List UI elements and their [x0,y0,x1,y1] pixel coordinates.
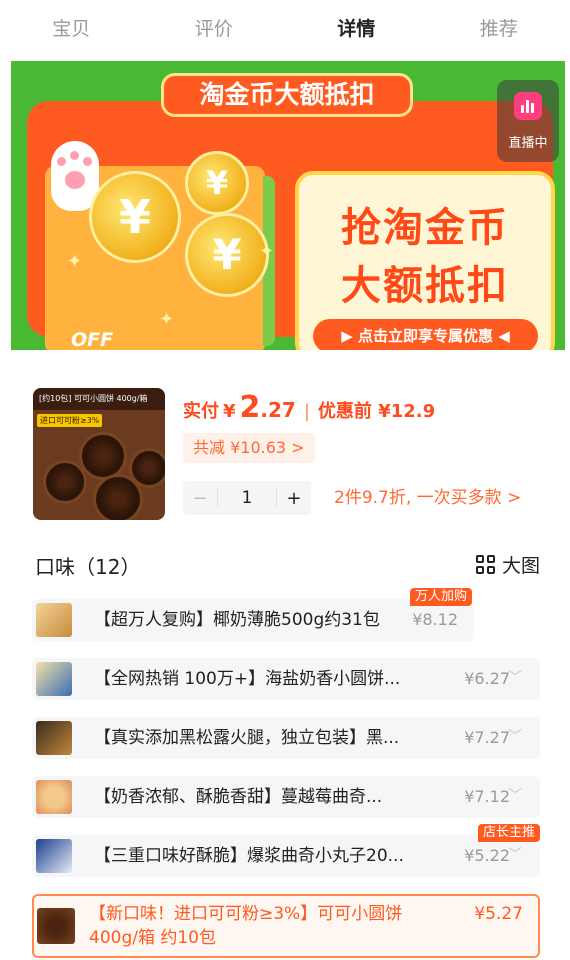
slogan-line-2: 大额抵扣 [341,263,509,309]
tab-items[interactable]: 宝贝 [0,0,143,58]
coin-icon: ¥ [185,151,249,215]
flavor-name: 【新口味！进口可可粉≥3%】可可小圆饼 400g/箱 约10包 [89,904,403,948]
cookie-image [79,432,127,480]
tab-details[interactable]: 详情 [285,0,428,58]
flavor-price: ¥7.12 [464,787,510,806]
increase-button[interactable]: + [277,488,311,509]
product-thumbnail[interactable]: [约10包] 可可小圆饼 400g/箱 进口可可粉≥3% [33,388,165,520]
flavor-name: 【真实添加黑松露火腿，独立包装】黑... [94,728,400,748]
flavor-option[interactable]: 【三重口味好酥脆】爆浆曲奇小丸子20... ¥5.22 ﹀ 店长主推 [32,824,540,877]
coin-icon: ¥ [89,171,181,263]
tab-bar: 宝贝 评价 详情 推荐 [0,0,570,58]
flavor-price: ¥7.27 [464,728,510,747]
claim-offer-button[interactable]: ▶ 点击立即享专属优惠 ◀ [313,319,538,350]
saving-detail[interactable]: 共减 ¥10.63 > [183,433,315,463]
flavor-thumbnail [36,603,72,637]
flavor-option[interactable]: 【超万人复购】椰奶薄脆500g约31包 ¥8.12 万人加购 [32,588,474,641]
flavor-name: 【奶香浓郁、酥脆香甜】蔓越莓曲奇... [94,787,383,807]
sparkle-icon: ✦ [159,309,175,330]
big-view-toggle[interactable]: 大图 [475,551,540,578]
original-price: 优惠前 ¥12.9 [317,401,436,422]
live-badge[interactable]: 直播中 [497,80,559,162]
cookie-image [129,448,165,488]
sparkle-icon: ✦ [67,251,83,272]
flavor-option-selected[interactable]: 【新口味！进口可可粉≥3%】可可小圆饼 400g/箱 约10包 ¥5.27 [32,894,540,958]
thumb-header: [约10包] 可可小圆饼 400g/箱 [33,388,165,410]
off-tag: OFF [71,329,114,350]
flavor-name: 【超万人复购】椰奶薄脆500g约31包 [94,610,380,630]
quantity-value[interactable]: 1 [217,488,277,508]
tab-reviews[interactable]: 评价 [143,0,286,58]
flavor-price: ¥5.27 [474,904,523,924]
price-separator: | [303,401,310,422]
flavor-section-title: 口味（12） [35,555,141,579]
chevron-down-icon: ﹀ [508,788,522,804]
banner-panel: ¥ ¥ ¥ ✦ ✦ ✦ OFF 抢淘金币 大额抵扣 ▶ 点击立即享专属优惠 ◀ [27,101,555,350]
flavor-badge: 万人加购 [409,588,472,606]
price-decimal: .27 [260,398,296,422]
coin-icon: ¥ [185,213,269,297]
sparkle-icon: ✦ [259,241,275,262]
flavor-thumbnail [36,780,72,814]
flavor-option[interactable]: 【真实添加黑松露火腿，独立包装】黑... ¥7.27 ﹀ [32,717,540,759]
flavor-thumbnail [36,662,72,696]
flavor-thumbnail [36,839,72,873]
flavor-thumbnail [36,721,72,755]
promo-banner[interactable]: ¥ ¥ ¥ ✦ ✦ ✦ OFF 抢淘金币 大额抵扣 ▶ 点击立即享专属优惠 ◀ … [11,61,565,350]
big-view-label: 大图 [501,555,540,577]
flavor-price: ¥6.27 [464,669,510,688]
grid-icon [475,554,496,575]
flavor-name: 【全网热销 100万+】海盐奶香小圆饼... [94,669,401,689]
flavor-option[interactable]: 【奶香浓郁、酥脆香甜】蔓越莓曲奇... ¥7.12 ﹀ [32,776,540,818]
decrease-button[interactable]: − [183,488,217,509]
price-integer: 2 [239,390,261,425]
tab-recommend[interactable]: 推荐 [428,0,570,58]
price-line: 实付 ¥ 2 .27 | 优惠前 ¥12.9 [183,390,435,430]
cookie-image [43,460,87,504]
flavor-name: 【三重口味好酥脆】爆浆曲奇小丸子20... [94,846,404,866]
chevron-down-icon: ﹀ [508,670,522,686]
live-chart-icon [514,92,542,120]
live-label: 直播中 [508,136,548,151]
currency-symbol: ¥ [223,401,236,422]
flavor-thumbnail [37,908,75,944]
flavor-option[interactable]: 【全网热销 100万+】海盐奶香小圆饼... ¥6.27 ﹀ [32,658,540,700]
multi-buy-promo-link[interactable]: 2件9.7折, 一次买多款 > [334,484,521,512]
thumb-tag: 进口可可粉≥3% [37,414,103,427]
chevron-down-icon: ﹀ [508,729,522,745]
slogan-line-1: 抢淘金币 [341,205,509,251]
flavor-badge: 店长主推 [477,824,540,842]
actual-pay-label: 实付 [183,401,219,422]
banner-title: 淘金币大额抵扣 [161,73,413,117]
quantity-stepper: − 1 + [183,481,311,515]
slogan-card: 抢淘金币 大额抵扣 ▶ 点击立即享专属优惠 ◀ [295,171,555,350]
